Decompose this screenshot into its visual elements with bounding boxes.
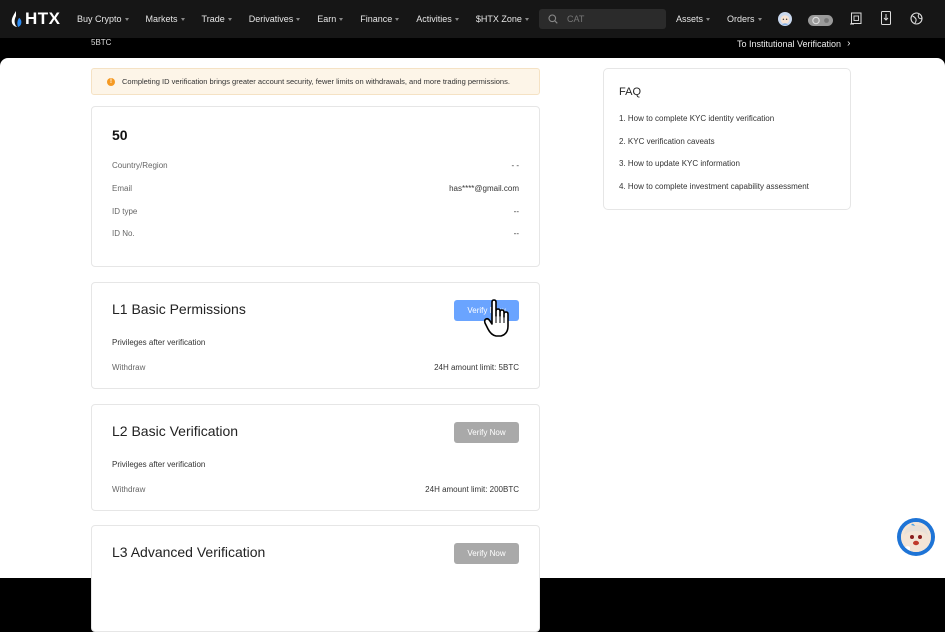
faq-item[interactable]: 3. How to update KYC information	[619, 159, 740, 168]
app-download-button[interactable]	[881, 11, 891, 30]
nav-label: $HTX Zone	[475, 14, 522, 24]
caret-down-icon	[124, 17, 129, 21]
withdraw-label: Withdraw	[112, 485, 146, 494]
privileges-label: Privileges after verification	[112, 460, 206, 469]
nav-earn[interactable]: Earn	[317, 14, 344, 24]
search-input[interactable]	[567, 14, 657, 24]
withdraw-limit: 24H amount limit: 5BTC	[434, 363, 519, 372]
nav-trade[interactable]: Trade	[202, 14, 232, 24]
info-label: ID No.	[112, 229, 135, 238]
notes-icon	[850, 12, 862, 25]
top-navbar: HTX Buy Crypto Markets Trade Derivatives…	[0, 0, 945, 38]
faq-item[interactable]: 1. How to complete KYC identity verifica…	[619, 114, 774, 123]
user-avatar-button[interactable]	[778, 12, 792, 31]
sub-header: 5BTC To Institutional Verification ›	[0, 38, 945, 58]
level-title: L3 Advanced Verification	[112, 544, 266, 560]
level-card-l3: L3 Advanced Verification Verify Now	[91, 525, 540, 632]
caret-down-icon	[395, 17, 400, 21]
htx-logo[interactable]: HTX	[11, 9, 61, 29]
institutional-verification-link[interactable]: To Institutional Verification ›	[737, 38, 850, 49]
faq-panel: FAQ 1. How to complete KYC identity veri…	[603, 68, 851, 210]
withdraw-label: Withdraw	[112, 363, 146, 372]
caret-down-icon	[180, 17, 185, 21]
info-value: - -	[511, 161, 519, 170]
verify-now-button-l3[interactable]: Verify Now	[454, 543, 519, 564]
logo-text: HTX	[25, 9, 61, 28]
level-title: L1 Basic Permissions	[112, 301, 246, 317]
info-row-id-type: ID type --	[112, 207, 519, 216]
level-card-l2: L2 Basic Verification Verify Now Privile…	[91, 404, 540, 511]
toggle-icon	[808, 15, 833, 26]
nav-orders[interactable]: Orders	[727, 14, 762, 24]
caret-down-icon	[706, 17, 711, 21]
withdraw-row: Withdraw 24H amount limit: 5BTC	[112, 363, 519, 372]
caret-down-icon	[339, 17, 344, 21]
caret-down-icon	[227, 17, 232, 21]
caret-down-icon	[524, 17, 529, 21]
caret-down-icon	[454, 17, 459, 21]
faq-item[interactable]: 2. KYC verification caveats	[619, 137, 715, 146]
user-uid: 50	[112, 127, 128, 143]
nav-label: Assets	[676, 14, 704, 24]
privileges-label: Privileges after verification	[112, 338, 206, 347]
nav-derivatives[interactable]: Derivatives	[249, 14, 301, 24]
search-box[interactable]	[539, 9, 666, 29]
language-icon	[910, 12, 923, 25]
main-content: ! Completing ID verification brings grea…	[0, 58, 945, 632]
nav-label: Trade	[201, 14, 225, 24]
level-title: L2 Basic Verification	[112, 423, 239, 439]
nav-markets[interactable]: Markets	[146, 14, 185, 24]
nav-label: Finance	[360, 14, 393, 24]
verify-now-button-l1[interactable]: Verify Now	[454, 300, 519, 321]
info-value: --	[513, 229, 519, 238]
main-nav: Buy Crypto Markets Trade Derivatives Ear…	[77, 0, 546, 38]
language-button[interactable]	[910, 12, 923, 30]
nav-htx-zone[interactable]: $HTX Zone	[476, 14, 529, 24]
right-nav: Assets Orders	[676, 0, 779, 38]
nav-buy-crypto[interactable]: Buy Crypto	[77, 14, 129, 24]
support-avatar-icon	[901, 522, 931, 552]
nav-finance[interactable]: Finance	[360, 14, 400, 24]
nav-assets[interactable]: Assets	[676, 14, 711, 24]
nav-label: Activities	[416, 14, 452, 24]
info-label: Email	[112, 184, 133, 193]
caret-down-icon	[757, 17, 762, 21]
nav-label: Derivatives	[248, 14, 294, 24]
verification-notice: ! Completing ID verification brings grea…	[91, 68, 540, 95]
link-label: To Institutional Verification	[737, 38, 842, 49]
info-row-country: Country/Region - -	[112, 161, 519, 170]
faq-title: FAQ	[619, 86, 642, 98]
nav-label: Buy Crypto	[77, 14, 122, 24]
level-card-l1: L1 Basic Permissions Verify Now Privileg…	[91, 282, 540, 389]
nav-label: Orders	[727, 14, 755, 24]
faq-item[interactable]: 4. How to complete investment capability…	[619, 182, 809, 191]
info-value: has****@gmail.com	[449, 184, 519, 193]
toggle-button[interactable]	[808, 13, 833, 31]
notes-button[interactable]	[850, 12, 862, 30]
withdraw-row: Withdraw 24H amount limit: 200BTC	[112, 485, 519, 494]
nav-label: Markets	[145, 14, 178, 24]
warning-icon: !	[107, 77, 115, 86]
caret-down-icon	[296, 17, 301, 21]
customer-support-button[interactable]	[897, 518, 935, 556]
nav-activities[interactable]: Activities	[416, 14, 459, 24]
nav-label: Earn	[317, 14, 337, 24]
verify-now-button-l2[interactable]: Verify Now	[454, 422, 519, 443]
info-label: ID type	[112, 207, 138, 216]
info-label: Country/Region	[112, 161, 168, 170]
notice-text: Completing ID verification brings greate…	[122, 77, 510, 86]
info-row-id-no: ID No. --	[112, 229, 519, 238]
sub-header-text: 5BTC	[91, 38, 112, 47]
withdraw-limit: 24H amount limit: 200BTC	[425, 485, 519, 494]
avatar-icon	[778, 12, 792, 26]
chevron-right-icon: ›	[847, 38, 851, 49]
info-row-email: Email has****@gmail.com	[112, 184, 519, 193]
search-icon	[548, 14, 558, 24]
info-value: --	[513, 207, 519, 216]
download-icon	[881, 11, 891, 25]
profile-card: 50 Country/Region - - Email has****@gmai…	[91, 106, 540, 267]
flame-logo-icon	[11, 11, 22, 27]
